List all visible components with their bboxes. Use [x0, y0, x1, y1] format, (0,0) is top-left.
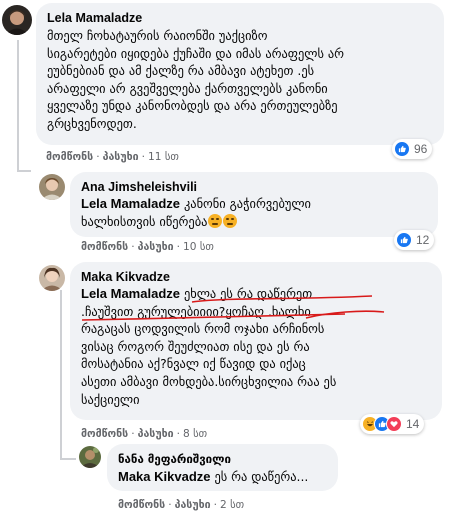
- comment-actions: მომწონს · პასუხი · 2 სთ: [118, 499, 245, 511]
- comment-line: ყველაზე უნდა კანონობდეს და არა ერთეულებზ…: [47, 98, 338, 114]
- like-button[interactable]: მომწონს: [81, 428, 128, 440]
- like-button[interactable]: მომწონს: [118, 499, 165, 511]
- sad-emoji-icon: [208, 213, 223, 228]
- reaction-count: 12: [416, 233, 430, 247]
- comment-text: Lela Mamaladze ეხლა ეს რა დაწერეთ .ჩაუშვ…: [81, 285, 336, 408]
- thumbs-up-icon: [396, 232, 412, 248]
- comment-text: Lela Mamaladze კანონი გაჭირვებული ხალხის…: [81, 195, 311, 230]
- reaction-count: 96: [414, 142, 428, 156]
- comment-line: .ჩაუშვით გურულებიიიი?ყოჩაღ .ხალხი: [81, 303, 311, 319]
- comment-author[interactable]: Lela Mamaladze: [47, 11, 142, 25]
- comment-line: საქციელი: [81, 391, 140, 407]
- sad-emoji-icon: [223, 213, 238, 228]
- avatar[interactable]: [39, 174, 65, 200]
- heart-icon: [386, 416, 402, 432]
- comment-line: ეუბნებიან და ამ ქალზე რა ამბავი ატეხეთ .…: [47, 63, 315, 79]
- comment-actions: მომწონს · პასუხი · 8 სთ: [81, 428, 208, 440]
- comment-line: ვისაც როგორ შეუძლიათ ისე და ეს რა: [81, 338, 310, 354]
- reaction-summary[interactable]: 96: [392, 139, 433, 159]
- avatar[interactable]: [39, 265, 65, 291]
- comment-timestamp[interactable]: 8 სთ: [183, 428, 207, 440]
- reply-button[interactable]: პასუხი: [175, 499, 211, 511]
- comment-line: ასეთი ამბავი მოხდება.სირცხვილია რაა ეს: [81, 373, 337, 389]
- comment-timestamp[interactable]: 11 სთ: [148, 151, 179, 163]
- comment-line: ხალხისთვის იწერება: [81, 213, 208, 229]
- thread-line: [17, 40, 19, 172]
- thread-line: [60, 290, 62, 460]
- reply-button[interactable]: პასუხი: [103, 151, 139, 163]
- comment-text: მთელ ჩოხატაურის რაიონში უაქციზო სიგარეტე…: [47, 27, 344, 133]
- comment-line: არაფელი არ გვეშველება ქართველებს კანონი: [47, 80, 328, 96]
- reply-button[interactable]: პასუხი: [138, 241, 174, 253]
- comment-line: ეს რა დაწერა...: [214, 469, 309, 484]
- comment-line: სიგარეტები იყიდება ქუჩაში და იმას არაფელ…: [47, 45, 345, 61]
- comment-author[interactable]: Maka Kikvadze: [81, 270, 170, 284]
- thumbs-up-icon: [394, 141, 410, 157]
- comment-timestamp[interactable]: 2 სთ: [220, 499, 244, 511]
- comment-timestamp[interactable]: 10 სთ: [183, 241, 214, 253]
- reply-button[interactable]: პასუხი: [138, 428, 174, 440]
- comment-line: კანონი გაჭირვებული: [183, 196, 311, 211]
- thread-line: [60, 458, 76, 460]
- like-button[interactable]: მომწონს: [46, 151, 93, 163]
- thread-line: [17, 170, 31, 172]
- mention-link[interactable]: Lela Mamaladze: [81, 286, 180, 301]
- reaction-count: 14: [406, 417, 420, 431]
- comment-actions: მომწონს · პასუხი · 10 სთ: [81, 241, 214, 253]
- reaction-summary[interactable]: 14: [360, 414, 425, 434]
- comment-actions: მომწონს · პასუხი · 11 სთ: [46, 151, 179, 163]
- avatar[interactable]: [2, 5, 32, 35]
- reaction-summary[interactable]: 12: [394, 230, 435, 250]
- mention-link[interactable]: Lela Mamaladze: [81, 196, 180, 211]
- mention-link[interactable]: Maka Kikvadze: [118, 469, 211, 484]
- comment-line: რაგაცას ცოდვილის რომ ოჯახი არჩინოს: [81, 321, 325, 337]
- comment-author[interactable]: Ana Jimsheleishvili: [81, 180, 197, 194]
- comment-line: მთელ ჩოხატაურის რაიონში უაქციზო: [47, 28, 268, 43]
- avatar[interactable]: [79, 446, 101, 468]
- comment-line: ეხლა ეს რა დაწერეთ: [183, 286, 313, 301]
- comment-text: Maka Kikvadze ეს რა დაწერა...: [118, 468, 308, 486]
- like-button[interactable]: მომწონს: [81, 241, 128, 253]
- comment-line: მოსატანია აქ?ნვალ იქ წავიდ და იქაც: [81, 356, 306, 372]
- comment-author[interactable]: ნანა მეფარიშვილი: [118, 452, 231, 466]
- comment-line: გრცხვენოდეთ.: [47, 115, 137, 131]
